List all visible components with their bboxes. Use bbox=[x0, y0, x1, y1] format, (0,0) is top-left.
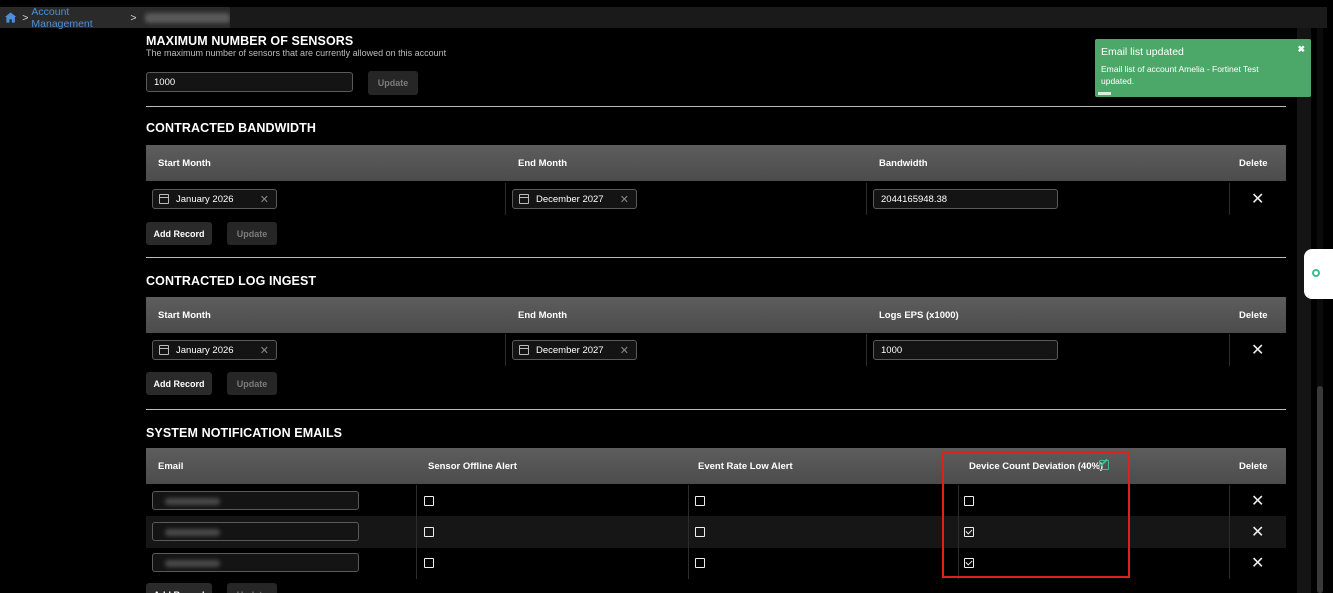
clear-icon[interactable]: ✕ bbox=[620, 344, 629, 357]
bandwidth-update-button[interactable]: Update bbox=[227, 222, 277, 245]
delete-icon[interactable]: ✕ bbox=[1251, 340, 1264, 360]
calendar-icon bbox=[159, 345, 169, 355]
log-ingest-table-header: Start Month End Month Logs EPS (x1000) D… bbox=[146, 297, 1286, 333]
clear-icon[interactable]: ✕ bbox=[620, 193, 629, 206]
end-month-value: December 2027 bbox=[536, 193, 604, 205]
toast-progress-bar bbox=[1098, 92, 1111, 95]
col-start-month: Start Month bbox=[158, 309, 211, 321]
email-field[interactable] bbox=[152, 522, 359, 541]
start-month-value: January 2026 bbox=[176, 344, 234, 356]
log-ingest-add-record-button[interactable]: Add Record bbox=[146, 372, 212, 395]
breadcrumb-separator: > bbox=[130, 11, 137, 24]
toast-message: Email list of account Amelia - Fortinet … bbox=[1101, 64, 1259, 86]
sensor-offline-checkbox[interactable] bbox=[424, 558, 434, 568]
col-event-rate-low-alert: Event Rate Low Alert bbox=[698, 460, 793, 472]
delete-icon[interactable]: ✕ bbox=[1251, 189, 1264, 209]
toast-title: Email list updated bbox=[1101, 46, 1184, 58]
col-bandwidth: Bandwidth bbox=[879, 157, 928, 169]
breadcrumb-separator: > bbox=[22, 11, 29, 24]
end-month-picker[interactable]: December 2027 ✕ bbox=[512, 189, 637, 209]
event-rate-low-checkbox[interactable] bbox=[695, 527, 705, 537]
close-icon[interactable]: ✖ bbox=[1297, 44, 1305, 55]
table-row: January 2026 ✕ December 2027 ✕ 1000 ✕ bbox=[146, 334, 1286, 366]
col-end-month: End Month bbox=[518, 309, 568, 321]
end-month-picker[interactable]: December 2027 ✕ bbox=[512, 340, 637, 360]
home-icon[interactable] bbox=[5, 12, 17, 23]
calendar-icon bbox=[519, 345, 529, 355]
max-sensors-update-button[interactable]: Update bbox=[368, 71, 418, 95]
end-month-value: December 2027 bbox=[536, 344, 604, 356]
start-month-picker[interactable]: January 2026 ✕ bbox=[152, 340, 277, 360]
start-month-picker[interactable]: January 2026 ✕ bbox=[152, 189, 277, 209]
widget-icon bbox=[1312, 269, 1320, 277]
calendar-icon bbox=[519, 194, 529, 204]
table-row: January 2026 ✕ December 2027 ✕ 204416594… bbox=[146, 183, 1286, 215]
breadcrumb: > Account Management > bbox=[0, 6, 230, 30]
col-start-month: Start Month bbox=[158, 157, 211, 169]
breadcrumb-account-management[interactable]: Account Management bbox=[31, 6, 127, 30]
breadcrumb-account-name-redacted bbox=[145, 12, 230, 23]
max-sensors-subtitle: The maximum number of sensors that are c… bbox=[146, 48, 447, 58]
email-field[interactable] bbox=[152, 491, 359, 510]
col-sensor-offline-alert: Sensor Offline Alert bbox=[428, 460, 517, 472]
emails-update-button[interactable]: Update bbox=[227, 583, 277, 593]
top-bar bbox=[230, 7, 1327, 28]
device-count-highlight-box bbox=[942, 451, 1130, 578]
col-delete: Delete bbox=[1239, 460, 1268, 472]
log-ingest-title: CONTRACTED LOG INGEST bbox=[146, 274, 317, 288]
col-delete: Delete bbox=[1239, 157, 1268, 169]
col-delete: Delete bbox=[1239, 309, 1268, 321]
max-sensors-input[interactable]: 1000 bbox=[146, 72, 353, 92]
delete-icon[interactable]: ✕ bbox=[1251, 491, 1264, 511]
scrollbar-thumb[interactable] bbox=[1317, 386, 1323, 593]
clear-icon[interactable]: ✕ bbox=[260, 344, 269, 357]
bandwidth-table-header: Start Month End Month Bandwidth Delete bbox=[146, 145, 1286, 181]
delete-icon[interactable]: ✕ bbox=[1251, 553, 1264, 573]
side-widget-tab[interactable] bbox=[1304, 249, 1333, 299]
logs-eps-input[interactable]: 1000 bbox=[873, 340, 1058, 360]
event-rate-low-checkbox[interactable] bbox=[695, 558, 705, 568]
calendar-icon bbox=[159, 194, 169, 204]
log-ingest-update-button[interactable]: Update bbox=[227, 372, 277, 395]
start-month-value: January 2026 bbox=[176, 193, 234, 205]
section-divider bbox=[146, 257, 1286, 258]
email-redacted bbox=[165, 529, 220, 536]
col-end-month: End Month bbox=[518, 157, 568, 169]
bandwidth-input[interactable]: 2044165948.38 bbox=[873, 189, 1058, 209]
section-divider bbox=[146, 409, 1286, 410]
email-redacted bbox=[165, 498, 220, 505]
sensor-offline-checkbox[interactable] bbox=[424, 527, 434, 537]
scrollbar[interactable] bbox=[1317, 28, 1323, 593]
bandwidth-title: CONTRACTED BANDWIDTH bbox=[146, 121, 317, 135]
section-divider bbox=[146, 106, 1286, 107]
email-field[interactable] bbox=[152, 553, 359, 572]
max-sensors-title: MAXIMUM NUMBER OF SENSORS bbox=[146, 34, 354, 48]
bandwidth-add-record-button[interactable]: Add Record bbox=[146, 222, 212, 245]
col-logs-eps: Logs EPS (x1000) bbox=[879, 309, 959, 321]
delete-icon[interactable]: ✕ bbox=[1251, 522, 1264, 542]
event-rate-low-checkbox[interactable] bbox=[695, 496, 705, 506]
sensor-offline-checkbox[interactable] bbox=[424, 496, 434, 506]
emails-add-record-button[interactable]: Add Record bbox=[146, 583, 212, 593]
clear-icon[interactable]: ✕ bbox=[260, 193, 269, 206]
emails-title: SYSTEM NOTIFICATION EMAILS bbox=[146, 426, 343, 440]
right-rail bbox=[1297, 28, 1311, 593]
success-toast: Email list updated Email list of account… bbox=[1095, 39, 1311, 97]
email-redacted bbox=[165, 560, 220, 567]
col-email: Email bbox=[158, 460, 184, 472]
